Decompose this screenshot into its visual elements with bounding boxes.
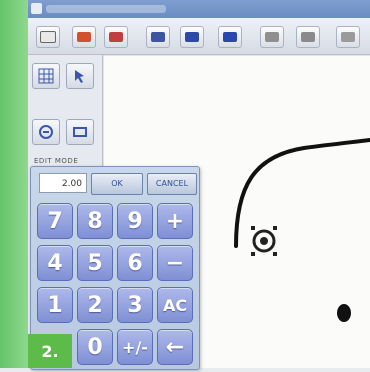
rotate-icon[interactable] [260, 26, 284, 48]
key-0[interactable]: 0 [77, 329, 113, 365]
key-8[interactable]: 8 [77, 203, 113, 239]
key-9[interactable]: 9 [117, 203, 153, 239]
thread-icon[interactable] [146, 26, 170, 48]
layout-icon[interactable] [218, 26, 242, 48]
frame-icon[interactable] [66, 119, 94, 145]
open-file-icon[interactable] [36, 26, 60, 48]
side-panel-label: EDIT MODE [34, 157, 79, 165]
key-7[interactable]: 7 [37, 203, 73, 239]
key-4[interactable]: 4 [37, 245, 73, 281]
paint-icon[interactable] [104, 26, 128, 48]
zoom-icon[interactable] [32, 119, 60, 145]
key-sign-toggle[interactable]: +/- [117, 329, 153, 365]
key-minus[interactable]: − [157, 245, 193, 281]
view-icon[interactable] [180, 26, 204, 48]
key-2[interactable]: 2 [77, 287, 113, 323]
stitch-outline [234, 138, 370, 248]
menu-bar[interactable] [46, 5, 166, 13]
key-1[interactable]: 1 [37, 287, 73, 323]
step-number-badge: 2. [28, 334, 72, 368]
title-bar [28, 0, 370, 18]
key-3[interactable]: 3 [117, 287, 153, 323]
mirror-icon[interactable] [296, 26, 320, 48]
key-backspace[interactable]: ← [157, 329, 193, 365]
key-5[interactable]: 5 [77, 245, 113, 281]
app-icon [31, 3, 42, 14]
arrow-icon[interactable] [336, 26, 360, 48]
key-plus[interactable]: + [157, 203, 193, 239]
ok-button[interactable]: OK [91, 173, 143, 195]
key-all-clear[interactable]: AC [157, 287, 193, 323]
grid-icon[interactable] [32, 63, 60, 89]
left-green-strip [0, 0, 28, 368]
key-6[interactable]: 6 [117, 245, 153, 281]
needle-point-marker [251, 226, 277, 256]
select-icon[interactable] [66, 63, 94, 89]
toolbar [28, 18, 370, 55]
keypad-display[interactable]: 2.00 [39, 173, 87, 193]
stitch-dot [337, 304, 351, 322]
cancel-button[interactable]: CANCEL [147, 173, 197, 195]
color-icon[interactable] [72, 26, 96, 48]
